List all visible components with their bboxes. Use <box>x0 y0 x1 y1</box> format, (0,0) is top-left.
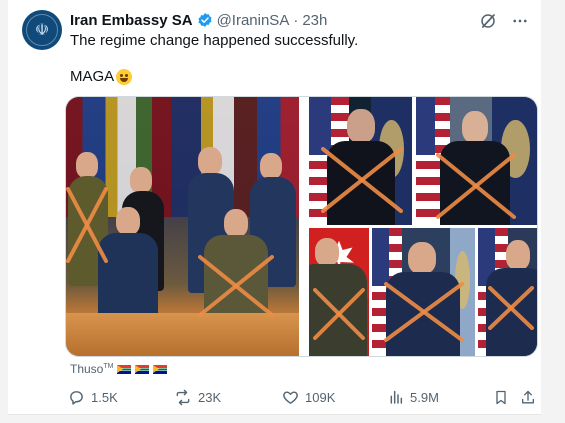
south-africa-flag-icon <box>135 364 150 374</box>
like-count: 109K <box>305 389 336 405</box>
header-actions <box>479 12 529 30</box>
reply-icon <box>70 390 83 405</box>
view-count: 5.9M <box>410 389 439 405</box>
repost-icon <box>176 389 190 405</box>
tweet-card[interactable]: ☫ Iran Embassy SA @IraninSA · 23h The re… <box>8 0 541 415</box>
more-options-icon[interactable] <box>511 12 529 30</box>
avatar-emblem-icon: ☫ <box>34 20 50 39</box>
views-button[interactable]: 5.9M <box>388 387 439 407</box>
tweet-media[interactable] <box>65 96 538 357</box>
post-timestamp[interactable]: 23h <box>302 12 327 29</box>
share-button[interactable] <box>520 387 536 407</box>
media-credit-name: ThusoTM <box>70 362 114 376</box>
tweet-header: Iran Embassy SA @IraninSA · 23h <box>70 10 327 30</box>
action-bar: 1.5K 23K 109K 5.9M <box>68 387 538 407</box>
meta-separator: · <box>293 11 299 29</box>
media-credit: ThusoTM <box>70 362 168 376</box>
bookmark-icon <box>496 390 506 404</box>
media-image-portrait-4[interactable] <box>372 228 475 356</box>
tweet-text-line2: MAGA <box>70 67 133 86</box>
avatar[interactable]: ☫ <box>22 10 62 50</box>
share-icon <box>522 390 534 403</box>
bookmark-button[interactable] <box>493 387 509 407</box>
media-image-portrait-3[interactable] <box>309 228 369 356</box>
verified-badge-icon <box>198 13 212 27</box>
author-handle[interactable]: @IraninSA <box>217 12 290 29</box>
repost-button[interactable]: 23K <box>174 387 221 407</box>
repost-count: 23K <box>198 389 222 405</box>
media-image-portrait-5[interactable] <box>478 228 537 356</box>
heart-icon <box>283 390 298 404</box>
reply-button[interactable]: 1.5K <box>68 387 118 407</box>
views-chart-icon <box>390 390 403 404</box>
conference-table <box>66 313 299 356</box>
south-africa-flag-icon <box>153 364 168 374</box>
like-button[interactable]: 109K <box>282 387 335 407</box>
media-image-portrait-2[interactable] <box>416 97 537 225</box>
grok-icon[interactable] <box>479 12 497 30</box>
south-africa-flag-icon <box>117 364 132 374</box>
grinning-face-emoji-icon <box>116 68 133 85</box>
author-name[interactable]: Iran Embassy SA <box>70 12 193 29</box>
media-image-group-photo[interactable] <box>66 97 299 356</box>
reply-count: 1.5K <box>91 389 118 405</box>
tweet-text-maga: MAGA <box>70 68 115 85</box>
tweet-text-line1: The regime change happened successfully. <box>70 32 359 49</box>
media-image-portrait-1[interactable] <box>309 97 412 225</box>
